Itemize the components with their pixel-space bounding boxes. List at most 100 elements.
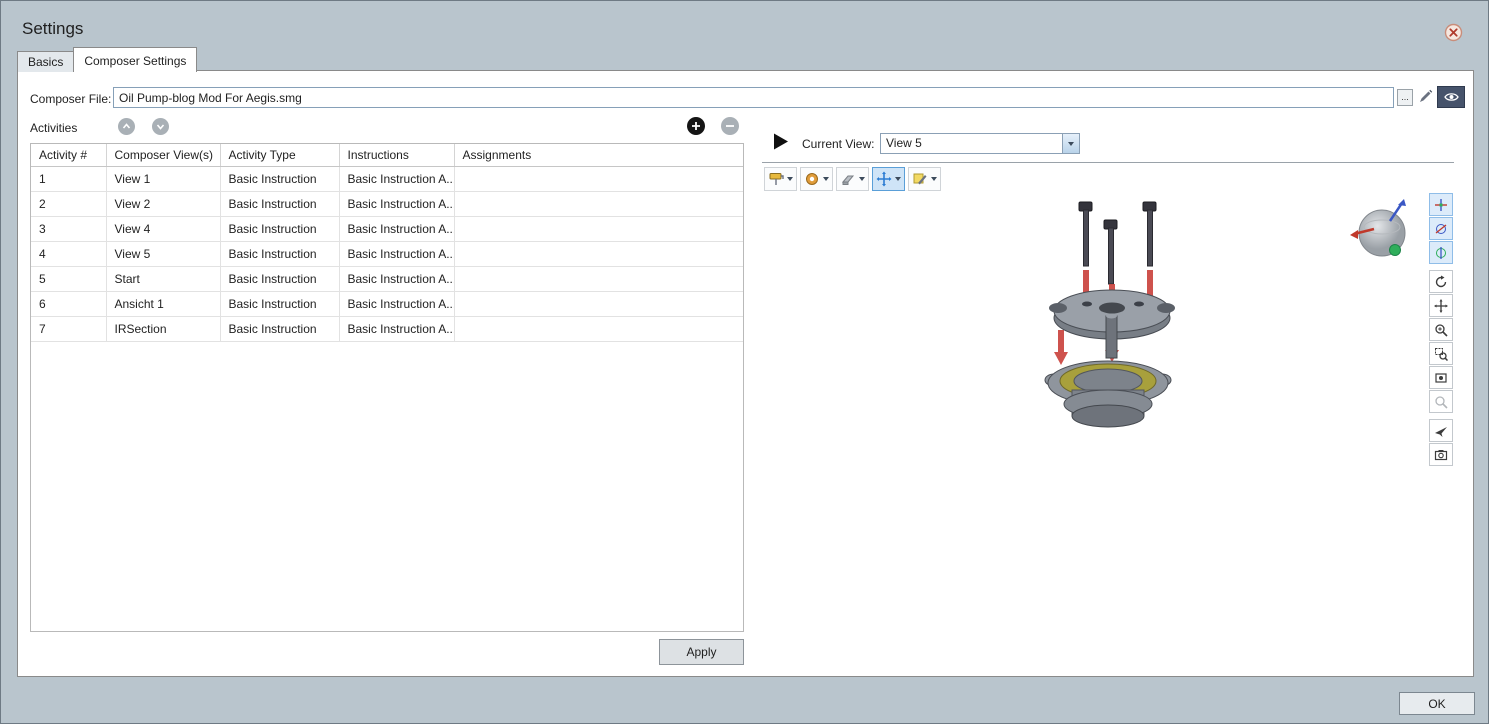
chevron-down-icon[interactable] <box>787 177 793 181</box>
orbit-view-button[interactable] <box>1429 217 1453 240</box>
column-header-instructions[interactable]: Instructions <box>339 144 454 167</box>
fly-through-button[interactable] <box>1429 419 1453 442</box>
constrained-orbit-button[interactable] <box>1429 241 1453 264</box>
composer-settings-panel: Composer File: ... Activities <box>17 70 1474 677</box>
activity-row[interactable]: 7 IRSection Basic Instruction Basic Inst… <box>31 317 743 342</box>
pencil-glyph <box>1417 88 1433 104</box>
rotate-icon <box>1434 275 1448 289</box>
zoom-icon <box>1434 323 1448 337</box>
move-down-button[interactable] <box>152 118 169 135</box>
activity-row[interactable]: 6 Ansicht 1 Basic Instruction Basic Inst… <box>31 292 743 317</box>
window-title: Settings <box>22 19 83 39</box>
down-arrow-icon <box>156 122 165 131</box>
magnifier-icon <box>1434 395 1448 409</box>
browse-button[interactable]: ... <box>1397 89 1413 106</box>
model-viewport[interactable] <box>762 193 1426 676</box>
column-header-activity-num[interactable]: Activity # <box>31 144 106 167</box>
cell-activity-type: Basic Instruction <box>220 242 339 267</box>
render-mode-button[interactable] <box>800 167 833 191</box>
view-navigation-sphere[interactable] <box>1350 197 1418 265</box>
paint-roller-button[interactable] <box>764 167 797 191</box>
cell-assignments <box>454 167 743 192</box>
render-toolbar <box>764 166 941 192</box>
eye-icon <box>1444 91 1459 103</box>
cell-activity-num: 5 <box>31 267 106 292</box>
column-header-activity-type[interactable]: Activity Type <box>220 144 339 167</box>
cell-instructions: Basic Instruction A... <box>339 292 454 317</box>
move-up-button[interactable] <box>118 118 135 135</box>
ok-button[interactable]: OK <box>1399 692 1475 715</box>
cell-assignments <box>454 292 743 317</box>
column-header-composer-views[interactable]: Composer View(s) <box>106 144 220 167</box>
magnifier-button[interactable] <box>1429 390 1453 413</box>
align-view-button[interactable] <box>1429 193 1453 216</box>
current-view-value: View 5 <box>881 134 1062 153</box>
add-activity-button[interactable] <box>687 117 705 135</box>
cell-instructions: Basic Instruction A... <box>339 242 454 267</box>
toolbar-gap <box>1429 265 1453 269</box>
apply-button[interactable]: Apply <box>659 639 744 665</box>
orbit-view-icon <box>1434 222 1448 236</box>
table-header-row: Activity # Composer View(s) Activity Typ… <box>31 144 743 167</box>
chevron-down-icon[interactable] <box>859 177 865 181</box>
activity-row[interactable]: 3 View 4 Basic Instruction Basic Instruc… <box>31 217 743 242</box>
cell-activity-type: Basic Instruction <box>220 267 339 292</box>
annotation-tool-button[interactable] <box>908 167 941 191</box>
axis-z-arrow <box>1398 199 1406 206</box>
minus-icon <box>725 121 735 131</box>
ground-shadow-button[interactable] <box>836 167 869 191</box>
column-header-assignments[interactable]: Assignments <box>454 144 743 167</box>
cell-assignments <box>454 317 743 342</box>
move-tool-button[interactable] <box>872 167 905 191</box>
camera-icon <box>1434 448 1448 462</box>
zoom-fit-icon <box>1434 371 1448 385</box>
activity-row[interactable]: 1 View 1 Basic Instruction Basic Instruc… <box>31 167 743 192</box>
zoom-area-button[interactable] <box>1429 342 1453 365</box>
toolbar-gap <box>1429 414 1453 418</box>
cell-activity-type: Basic Instruction <box>220 217 339 242</box>
composer-file-input[interactable] <box>113 87 1394 108</box>
chevron-down-icon[interactable] <box>1062 134 1079 153</box>
cell-activity-num: 3 <box>31 217 106 242</box>
chevron-down-icon[interactable] <box>931 177 937 181</box>
zoom-fit-button[interactable] <box>1429 366 1453 389</box>
bolt-fasteners <box>1079 202 1156 284</box>
zoom-area-icon <box>1434 347 1448 361</box>
remove-activity-button[interactable] <box>721 117 739 135</box>
axis-x-arrow <box>1350 230 1358 239</box>
cell-instructions: Basic Instruction A... <box>339 167 454 192</box>
edit-box-icon <box>912 171 928 187</box>
rotate-view-button[interactable] <box>1429 270 1453 293</box>
cell-activity-type: Basic Instruction <box>220 192 339 217</box>
current-view-select[interactable]: View 5 <box>880 133 1080 154</box>
preview-eye-button[interactable] <box>1437 86 1465 108</box>
axis-y-node <box>1390 245 1401 256</box>
tab-composer-settings[interactable]: Composer Settings <box>73 47 197 72</box>
activity-row[interactable]: 5 Start Basic Instruction Basic Instruct… <box>31 267 743 292</box>
edit-pencil-icon[interactable] <box>1415 87 1435 108</box>
cell-assignments <box>454 242 743 267</box>
paint-roller-icon <box>768 171 784 187</box>
activities-label: Activities <box>30 121 77 135</box>
cell-composer-view: View 1 <box>106 167 220 192</box>
cell-activity-num: 7 <box>31 317 106 342</box>
cell-assignments <box>454 217 743 242</box>
cell-assignments <box>454 192 743 217</box>
activity-row[interactable]: 2 View 2 Basic Instruction Basic Instruc… <box>31 192 743 217</box>
cell-composer-view: View 2 <box>106 192 220 217</box>
cell-activity-num: 2 <box>31 192 106 217</box>
zoom-view-button[interactable] <box>1429 318 1453 341</box>
chevron-down-icon[interactable] <box>823 177 829 181</box>
up-arrow-icon <box>122 122 131 131</box>
chevron-down-icon[interactable] <box>895 177 901 181</box>
eraser-icon <box>840 171 856 187</box>
play-button[interactable] <box>770 132 791 153</box>
close-icon[interactable] <box>1444 23 1463 42</box>
cell-instructions: Basic Instruction A... <box>339 217 454 242</box>
composer-file-label: Composer File: <box>30 92 111 106</box>
activity-row[interactable]: 4 View 5 Basic Instruction Basic Instruc… <box>31 242 743 267</box>
tab-basics[interactable]: Basics <box>17 51 74 72</box>
snapshot-button[interactable] <box>1429 443 1453 466</box>
pan-view-button[interactable] <box>1429 294 1453 317</box>
cell-composer-view: IRSection <box>106 317 220 342</box>
